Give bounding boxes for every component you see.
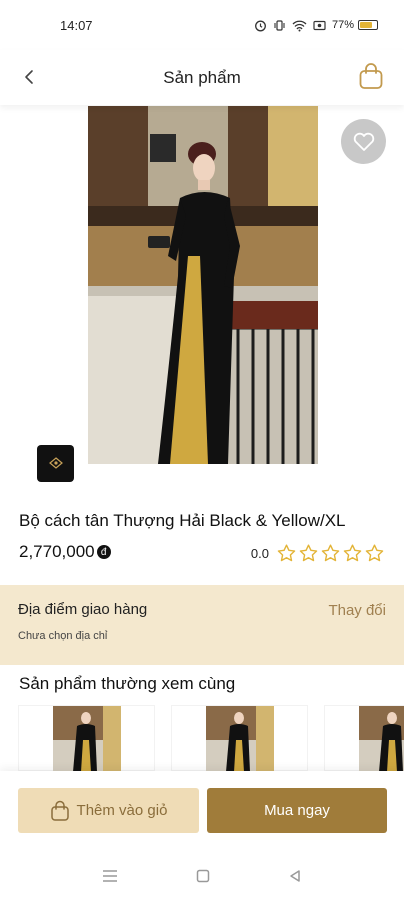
battery-icon	[358, 20, 378, 30]
related-product-card[interactable]	[18, 705, 155, 771]
buy-now-label: Mua ngay	[264, 802, 330, 819]
status-icons: 77%	[254, 19, 378, 32]
chevron-left-icon	[25, 70, 33, 84]
price-value: 2,770,000	[19, 542, 95, 561]
related-product-image	[358, 706, 404, 771]
cart-button[interactable]	[356, 60, 386, 92]
star-icon	[365, 544, 384, 562]
star-icon	[299, 544, 318, 562]
favorite-button[interactable]	[341, 119, 386, 164]
home-icon[interactable]	[196, 869, 210, 883]
product-price: 2,770,000 đ	[19, 542, 111, 562]
vibrate-icon	[274, 19, 285, 31]
app-header: Sản phẩm	[0, 50, 404, 105]
battery-indicator: 77%	[332, 19, 378, 31]
menu-icon[interactable]	[102, 869, 118, 883]
star-icon	[321, 544, 340, 562]
add-to-cart-label: Thêm vào giỏ	[76, 802, 168, 819]
alarm-icon	[255, 20, 266, 31]
shopping-bag-icon	[50, 800, 69, 821]
shopping-bag-icon	[359, 63, 383, 89]
product-name: Bộ cách tân Thượng Hải Black & Yellow/XL	[19, 511, 346, 530]
page-title: Sản phẩm	[163, 67, 241, 87]
delivery-subtitle: Chưa chọn địa chỉ	[18, 630, 108, 642]
star-icon	[343, 544, 362, 562]
delivery-section: Địa điểm giao hàng Thay đổi Chưa chọn đị…	[0, 585, 404, 665]
screen-record-icon	[313, 20, 326, 30]
buy-now-button[interactable]: Mua ngay	[207, 788, 387, 833]
battery-text: 77%	[331, 19, 354, 31]
related-product-card[interactable]	[324, 705, 404, 771]
back-button[interactable]	[16, 64, 42, 90]
related-section-title: Sản phẩm thường xem cùng	[19, 674, 236, 693]
add-to-cart-button[interactable]: Thêm vào giỏ	[18, 788, 199, 833]
delivery-change-button[interactable]: Thay đổi	[328, 602, 386, 619]
heart-icon	[353, 132, 374, 151]
product-rating[interactable]: 0.0	[251, 544, 384, 562]
wifi-icon	[292, 20, 307, 31]
related-product-image	[52, 706, 121, 771]
related-products-list[interactable]	[0, 705, 404, 771]
rating-value: 0.0	[250, 545, 269, 561]
back-triangle-icon[interactable]	[288, 869, 302, 883]
product-photo-illustration	[88, 106, 318, 464]
related-product-image	[205, 706, 274, 771]
rating-stars	[277, 544, 384, 562]
brand-thumbnail[interactable]	[37, 445, 74, 482]
brand-logo-icon	[48, 456, 63, 469]
status-bar: 14:07 77%	[0, 0, 404, 50]
bottom-action-bar: Thêm vào giỏ Mua ngay	[0, 771, 404, 851]
related-product-card[interactable]	[171, 705, 308, 771]
product-image[interactable]	[88, 106, 318, 464]
system-navigation-bar	[0, 851, 404, 900]
star-icon	[277, 544, 296, 562]
status-time: 14:07	[60, 17, 93, 33]
currency-symbol: đ	[96, 545, 111, 559]
